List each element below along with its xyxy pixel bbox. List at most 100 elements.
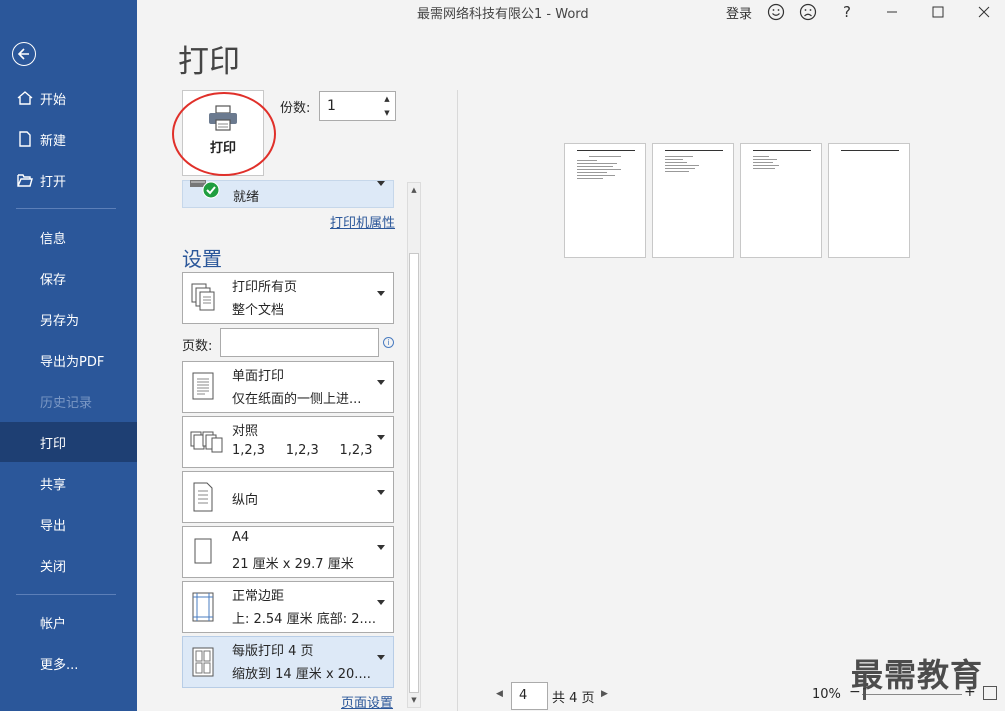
text-line — [753, 165, 779, 166]
previous-page-icon[interactable]: ◀ — [496, 689, 503, 699]
nav-save[interactable]: 保存 — [0, 258, 137, 298]
setting-line2: 整个文档 — [232, 303, 285, 318]
nav-export[interactable]: 导出 — [0, 504, 137, 544]
chevron-down-icon — [377, 600, 385, 605]
orientation-select[interactable]: 纵向 — [182, 471, 394, 523]
paper-size-select[interactable]: A4 21 厘米 x 29.7 厘米 — [182, 526, 394, 578]
preview-page — [564, 143, 646, 258]
home-icon — [17, 91, 33, 105]
nav-label: 更多... — [40, 657, 79, 673]
printer-icon — [209, 105, 237, 131]
title-bar: 最需网络科技有限公1 - Word — [137, 0, 1005, 24]
chevron-down-icon — [377, 181, 385, 186]
text-line — [577, 160, 597, 161]
nav-label: 打开 — [40, 174, 67, 190]
nav-history: 历史记录 — [0, 381, 137, 421]
frown-icon[interactable] — [799, 3, 817, 21]
scroll-thumb[interactable] — [409, 253, 419, 693]
login-link[interactable]: 登录 — [726, 3, 752, 22]
nav-share[interactable]: 共享 — [0, 463, 137, 503]
setting-line1: A4 — [232, 530, 250, 545]
close-icon[interactable] — [975, 3, 993, 21]
chevron-down-icon — [377, 655, 385, 660]
pages-label: 页数: — [182, 339, 213, 354]
nav-more[interactable]: 更多... — [0, 643, 137, 683]
pages-icon — [191, 283, 215, 311]
margins-select[interactable]: 正常边距 上: 2.54 厘米 底部: 2.... — [182, 581, 394, 633]
text-line — [665, 162, 687, 163]
nav-save-as[interactable]: 另存为 — [0, 299, 137, 339]
setting-line1: 每版打印 4 页 — [232, 644, 314, 659]
scroll-up-icon[interactable]: ▲ — [408, 183, 420, 197]
folder-open-icon — [17, 174, 33, 187]
single-side-icon — [192, 372, 214, 400]
text-line — [753, 159, 777, 160]
current-page-input[interactable]: 4 — [511, 682, 548, 710]
page-rule — [841, 150, 899, 151]
spin-down-icon[interactable]: ▼ — [382, 107, 392, 119]
smile-icon[interactable] — [767, 3, 785, 21]
copies-input[interactable]: 1 ▲ ▼ — [319, 91, 396, 121]
setting-line1: 对照 — [232, 424, 259, 439]
window-title: 最需网络科技有限公1 - Word — [417, 7, 589, 22]
backstage-sidebar: 开始 新建 打开 信息 保存 另存为 导出为PDF 历史记录 打印 共享 导出 … — [0, 0, 137, 711]
spin-up-icon[interactable]: ▲ — [382, 93, 392, 105]
text-line — [577, 178, 603, 179]
nav-new[interactable]: 新建 — [0, 119, 137, 159]
nav-home[interactable]: 开始 — [0, 78, 137, 118]
page-setup-link[interactable]: 页面设置 — [341, 692, 393, 711]
nav-label: 开始 — [40, 92, 67, 108]
text-line — [589, 156, 621, 157]
info-icon[interactable]: i — [383, 337, 394, 348]
page-rule — [665, 150, 723, 151]
print-button-label: 打印 — [209, 141, 236, 156]
duplex-select[interactable]: 单面打印 仅在纸面的一侧上进... — [182, 361, 394, 413]
nav-label: 另存为 — [40, 313, 80, 329]
chevron-down-icon — [377, 380, 385, 385]
nav-print[interactable]: 打印 — [0, 422, 137, 462]
minimize-icon[interactable] — [883, 3, 901, 21]
paper-size-icon — [194, 538, 212, 564]
pages-input[interactable] — [220, 328, 379, 357]
setting-line2: 仅在纸面的一侧上进... — [232, 392, 362, 407]
nav-close[interactable]: 关闭 — [0, 545, 137, 585]
nav-open[interactable]: 打开 — [0, 160, 137, 200]
nav-account[interactable]: 帐户 — [0, 602, 137, 642]
zoom-to-page-icon[interactable] — [983, 686, 997, 700]
preview-page — [828, 143, 910, 258]
text-line — [665, 159, 683, 160]
chevron-down-icon — [377, 291, 385, 296]
text-line — [665, 156, 693, 157]
zoom-percent[interactable]: 10% — [812, 687, 841, 702]
nav-label: 导出 — [40, 518, 67, 534]
printer-ready-icon — [190, 180, 220, 199]
settings-scrollbar[interactable]: ▲ ▼ — [407, 182, 421, 708]
total-pages-label: 共 4 页 — [552, 691, 595, 706]
help-icon[interactable]: ? — [838, 3, 856, 21]
print-range-select[interactable]: 打印所有页 整个文档 — [182, 272, 394, 324]
settings-heading: 设置 — [182, 247, 222, 271]
nav-info[interactable]: 信息 — [0, 217, 137, 257]
collate-select[interactable]: 对照 1,2,3 1,2,3 1,2,3 — [182, 416, 394, 468]
copies-label: 份数: — [280, 101, 311, 116]
nav-label: 共享 — [40, 477, 67, 493]
setting-line2: 上: 2.54 厘米 底部: 2.... — [232, 612, 377, 627]
nav-export-pdf[interactable]: 导出为PDF — [0, 340, 137, 380]
text-line — [577, 166, 613, 167]
setting-line1: 单面打印 — [232, 369, 285, 384]
next-page-icon[interactable]: ▶ — [601, 689, 608, 699]
back-arrow-icon[interactable] — [12, 42, 36, 66]
setting-line2: 缩放到 14 厘米 x 20.... — [232, 667, 371, 682]
margins-icon — [192, 592, 214, 622]
scroll-down-icon[interactable]: ▼ — [408, 693, 420, 707]
maximize-icon[interactable] — [929, 3, 947, 21]
printer-properties-link[interactable]: 打印机属性 — [330, 212, 395, 231]
preview-page — [740, 143, 822, 258]
printer-select[interactable]: 就绪 — [182, 180, 394, 208]
pages-per-sheet-select[interactable]: 每版打印 4 页 缩放到 14 厘米 x 20.... — [182, 636, 394, 688]
setting-line1: 正常边距 — [232, 589, 285, 604]
print-button[interactable]: 打印 — [182, 90, 264, 176]
nav-label: 导出为PDF — [40, 354, 105, 370]
preview-page — [652, 143, 734, 258]
nav-label: 关闭 — [40, 559, 67, 575]
